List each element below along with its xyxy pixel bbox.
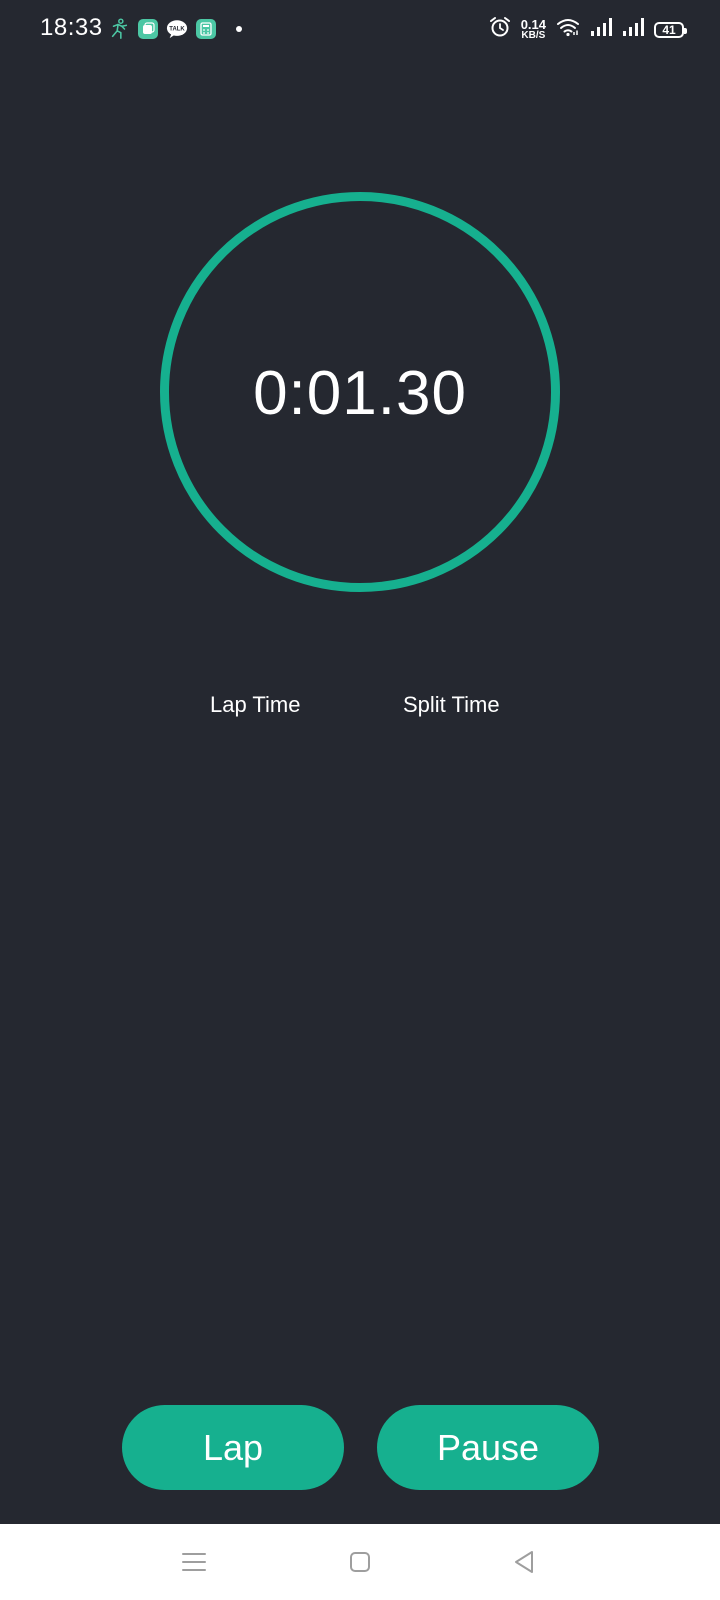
system-icons: 0.14 KB/S 41 (489, 16, 687, 43)
split-time-header: Split Time (403, 692, 500, 717)
alarm-icon (489, 16, 511, 43)
running-person-icon (108, 18, 130, 40)
pause-button[interactable]: Pause (377, 1405, 599, 1490)
signal-icon (590, 17, 612, 42)
more-notifications-dot (236, 26, 242, 32)
navigation-bar (0, 1524, 720, 1600)
signal-icon (622, 17, 644, 42)
lap-time-header: Lap Time (210, 692, 301, 717)
kakaotalk-icon: TALK (166, 18, 188, 40)
notification-icons: TALK (108, 18, 242, 40)
network-speed-unit: KB/S (521, 29, 546, 41)
back-icon[interactable] (508, 1546, 540, 1578)
lap-button[interactable]: Lap (122, 1405, 344, 1490)
home-icon[interactable] (344, 1546, 376, 1578)
status-bar: 18:33 TALK 0.14 KB/S 41 (0, 0, 720, 64)
calculator-app-icon (195, 18, 217, 40)
battery-icon: 41 (654, 21, 687, 38)
network-speed-value: 0.14 (520, 16, 546, 32)
green-app-icon (137, 18, 159, 40)
wifi-icon (556, 17, 580, 42)
stopwatch-dial: 0:01.30 (160, 192, 560, 592)
menu-icon[interactable] (178, 1546, 210, 1578)
network-speed: 0.14 KB/S (520, 16, 546, 41)
elapsed-time: 0:01.30 (253, 358, 467, 428)
status-time: 18:33 (40, 14, 103, 41)
battery-level: 41 (662, 22, 676, 37)
svg-text:TALK: TALK (169, 26, 185, 32)
